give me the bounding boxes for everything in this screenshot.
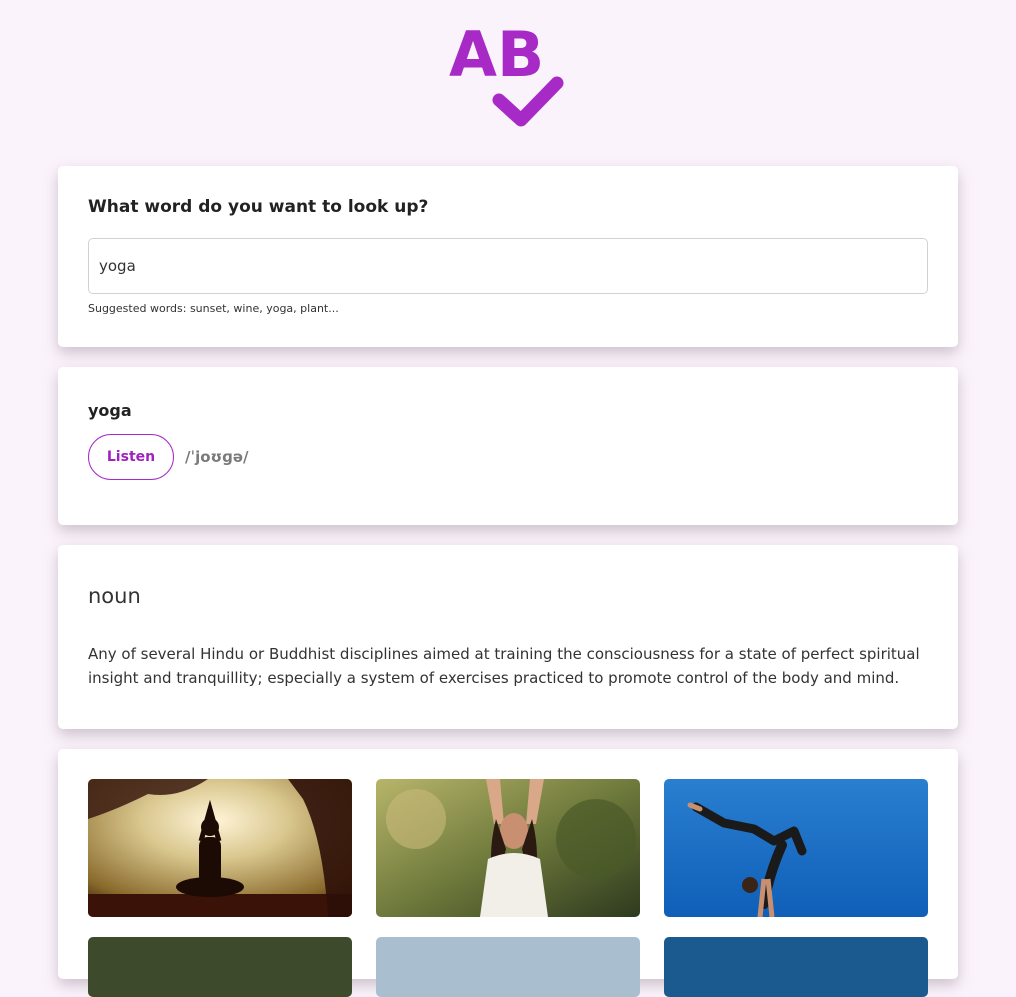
yoga-image-5[interactable] — [376, 937, 640, 997]
word-title: yoga — [88, 401, 132, 420]
search-card: What word do you want to look up? Sugges… — [58, 166, 958, 347]
definition-text: Any of several Hindu or Buddhist discipl… — [88, 645, 920, 687]
app-logo: AB — [449, 24, 564, 127]
search-input[interactable] — [88, 238, 928, 294]
search-heading: What word do you want to look up? — [88, 197, 429, 217]
listen-button[interactable]: Listen — [88, 434, 174, 480]
yoga-image-2[interactable] — [376, 779, 640, 917]
images-card — [58, 749, 958, 997]
yoga-image-3[interactable] — [664, 779, 928, 917]
image-grid — [88, 779, 928, 917]
yoga-image-1[interactable] — [88, 779, 352, 917]
definition-card: noun Any of several Hindu or Buddhist di… — [58, 545, 958, 729]
part-of-speech: noun — [88, 584, 141, 608]
image-grid-row-2 — [88, 937, 928, 997]
yoga-image-4[interactable] — [88, 937, 352, 997]
word-card: yoga Listen /ˈjoʊɡə/ — [58, 367, 958, 525]
yoga-image-6[interactable] — [664, 937, 928, 997]
logo-text: AB — [449, 24, 544, 91]
suggested-words: Suggested words: sunset, wine, yoga, pla… — [88, 302, 339, 315]
pronunciation-row: Listen /ˈjoʊɡə/ — [88, 434, 928, 480]
phonetic-text: /ˈjoʊɡə/ — [185, 448, 249, 466]
